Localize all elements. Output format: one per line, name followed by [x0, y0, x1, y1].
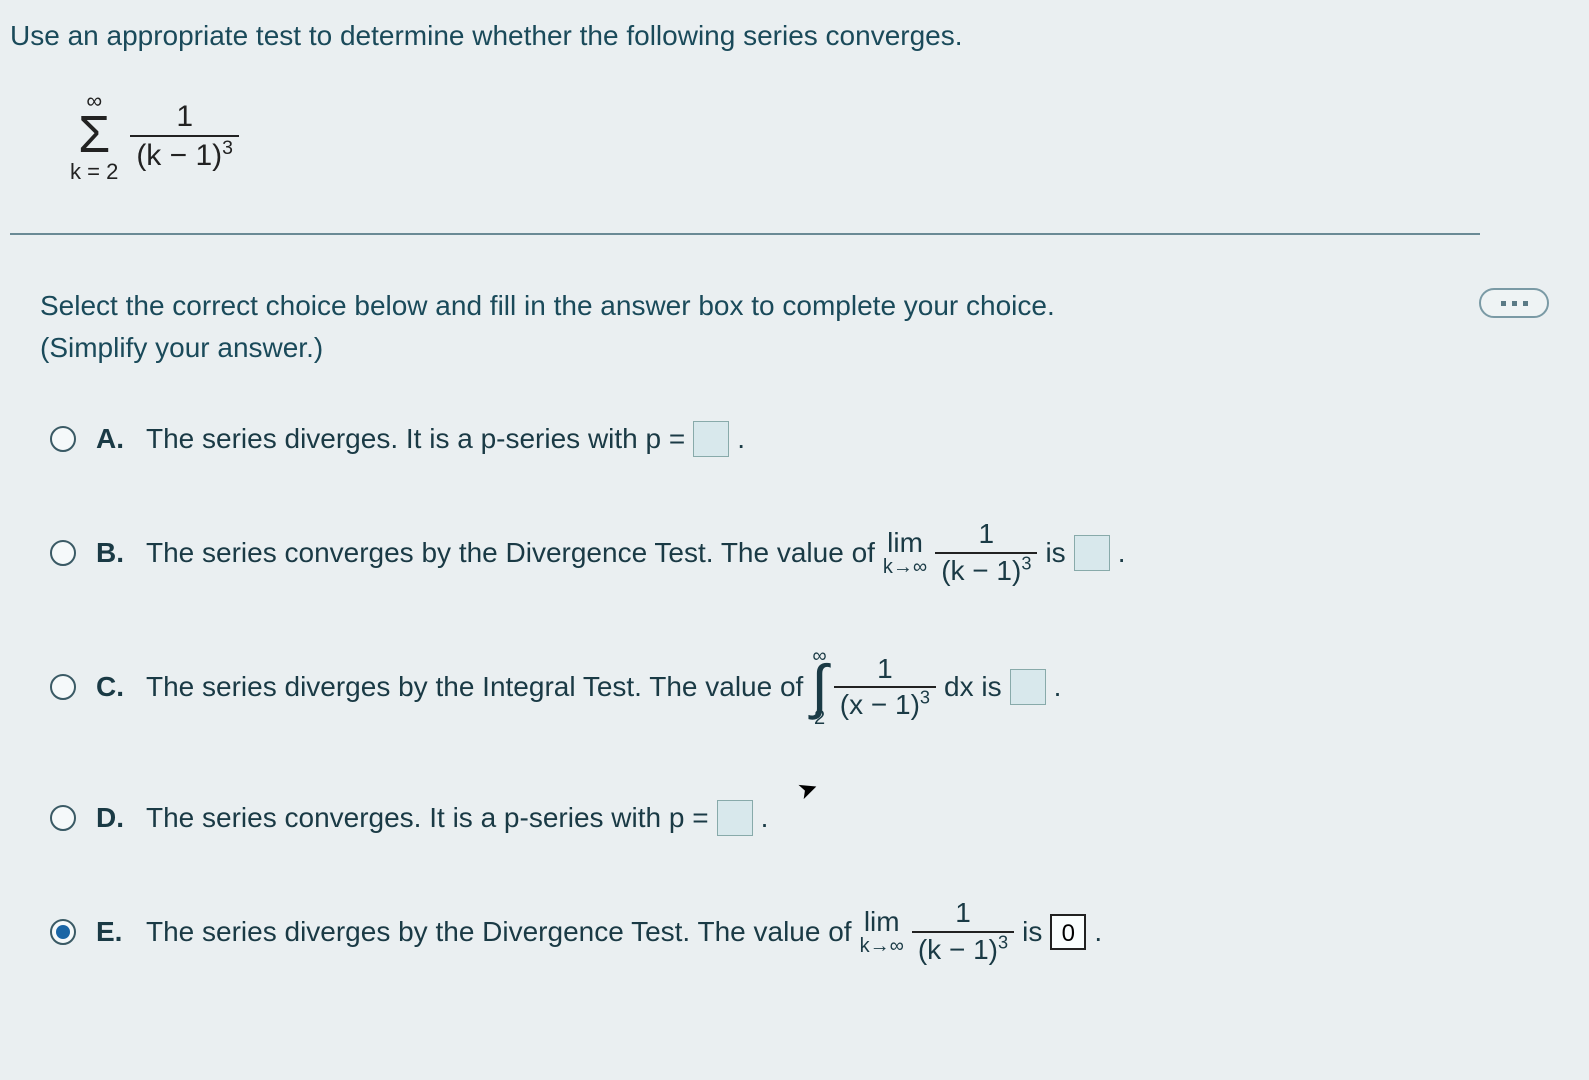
choice-e[interactable]: E. The series diverges by the Divergence…: [50, 898, 1589, 966]
sigma-lower-bound: k = 2: [70, 161, 118, 183]
choice-a[interactable]: A. The series diverges. It is a p-series…: [50, 409, 1589, 469]
fraction-e: 1 (k − 1)3: [912, 898, 1014, 966]
choice-c[interactable]: C. The series diverges by the Integral T…: [50, 646, 1589, 728]
choice-d-text: The series converges. It is a p-series w…: [146, 802, 709, 834]
choice-e-answer-box[interactable]: 0: [1050, 914, 1086, 950]
choice-b-text: The series converges by the Divergence T…: [146, 537, 875, 569]
radio-a[interactable]: [50, 426, 76, 452]
choice-e-letter: E.: [96, 916, 126, 948]
choice-d-period: .: [761, 802, 769, 834]
choice-b-is: is: [1045, 537, 1065, 569]
fraction-b: 1 (k − 1)3: [935, 519, 1037, 587]
choice-c-answer-box[interactable]: [1010, 669, 1046, 705]
integral-expression-c: ∞ ∫ 2 1 (x − 1)3: [811, 646, 936, 728]
limit-expression-e: lim k→∞: [860, 908, 904, 956]
choice-a-letter: A.: [96, 423, 126, 455]
radio-c[interactable]: [50, 674, 76, 700]
sigma-symbol: Σ: [78, 112, 110, 159]
choice-a-period: .: [737, 423, 745, 455]
answer-choices: A. The series diverges. It is a p-series…: [10, 369, 1589, 966]
question-prompt: Use an appropriate test to determine whe…: [10, 20, 1589, 52]
series-denominator: (k − 1)3: [130, 135, 239, 172]
choice-a-answer-box[interactable]: [693, 421, 729, 457]
choice-c-period: .: [1054, 671, 1062, 703]
series-expression: ∞ Σ k = 2 1 (k − 1)3: [10, 72, 1589, 213]
series-numerator: 1: [170, 100, 199, 135]
instruction-text: Select the correct choice below and fill…: [10, 235, 1589, 369]
choice-e-is: is: [1022, 916, 1042, 948]
choice-e-text: The series diverges by the Divergence Te…: [146, 916, 852, 948]
choice-b[interactable]: B. The series converges by the Divergenc…: [50, 519, 1589, 587]
choice-d-answer-box[interactable]: [717, 800, 753, 836]
radio-e[interactable]: [50, 919, 76, 945]
choice-c-letter: C.: [96, 671, 126, 703]
radio-d[interactable]: [50, 805, 76, 831]
limit-expression-b: lim k→∞: [883, 529, 927, 577]
choice-b-period: .: [1118, 537, 1126, 569]
choice-b-answer-box[interactable]: [1074, 535, 1110, 571]
choice-d-letter: D.: [96, 802, 126, 834]
choice-b-letter: B.: [96, 537, 126, 569]
radio-b[interactable]: [50, 540, 76, 566]
choice-a-text: The series diverges. It is a p-series wi…: [146, 423, 685, 455]
choice-c-dx: dx is: [944, 671, 1002, 703]
choice-c-text: The series diverges by the Integral Test…: [146, 671, 803, 703]
more-options-button[interactable]: [1479, 288, 1549, 318]
choice-e-period: .: [1094, 916, 1102, 948]
